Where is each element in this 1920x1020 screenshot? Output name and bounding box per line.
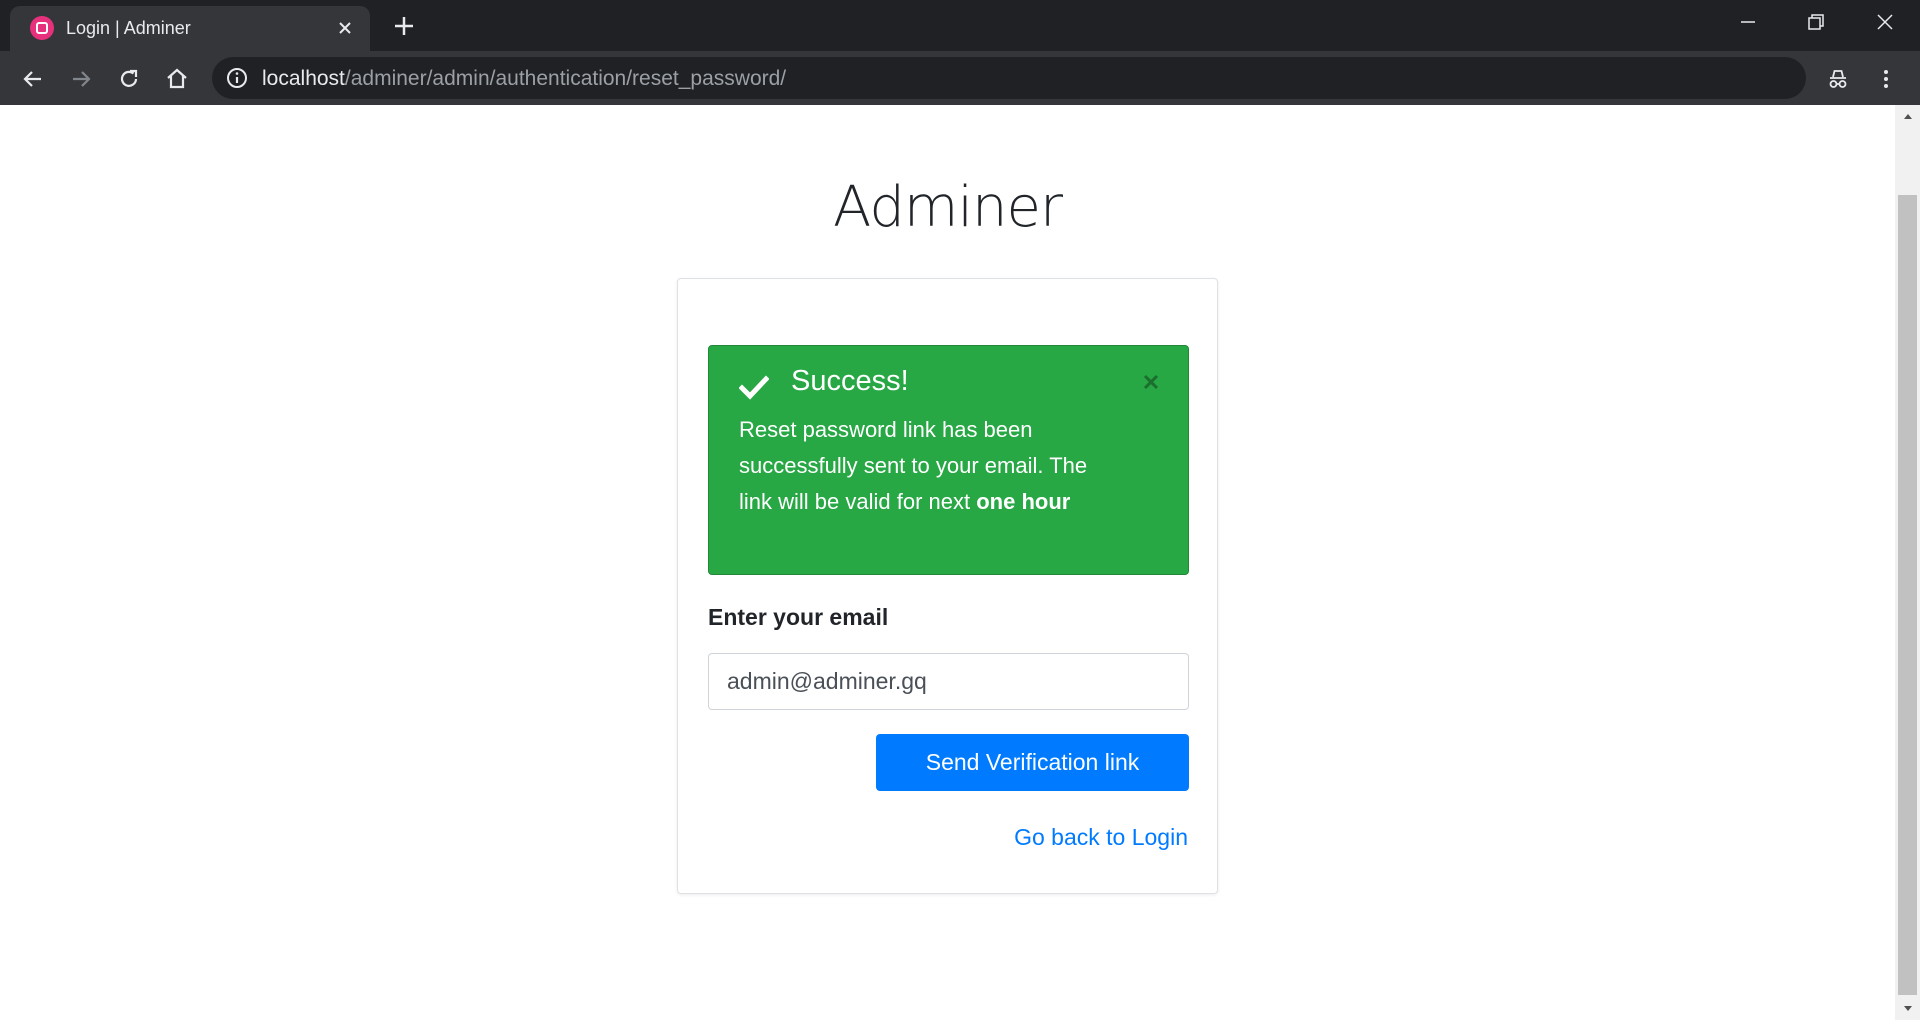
restore-icon[interactable] — [1796, 8, 1836, 36]
url-host: localhost — [262, 67, 345, 90]
scroll-down-arrow-icon[interactable] — [1895, 998, 1920, 1020]
adminer-favicon-icon — [30, 16, 54, 40]
alert-line1: Reset password link has been successfull… — [739, 417, 1044, 478]
scrollbar-thumb[interactable] — [1898, 195, 1917, 995]
email-label: Enter your email — [708, 604, 889, 630]
success-alert: Success! Reset password link has been su… — [708, 345, 1189, 575]
page-content: Adminer Success! Reset password link has… — [0, 105, 1895, 1020]
minimize-icon[interactable] — [1728, 8, 1768, 36]
scroll-up-arrow-icon[interactable] — [1895, 105, 1920, 127]
arrow-right-icon[interactable] — [66, 64, 96, 94]
go-back-login-link[interactable]: Go back to Login — [1014, 824, 1188, 851]
check-icon — [738, 372, 770, 402]
browser-toolbar: localhost/adminer/admin/authentication/r… — [0, 51, 1920, 105]
reset-password-card: Success! Reset password link has been su… — [677, 278, 1218, 894]
tab-title: Login | Adminer — [66, 18, 191, 38]
alert-title: Success! — [791, 365, 909, 397]
page-scrollbar[interactable] — [1895, 105, 1920, 1020]
url-path: /adminer/admin/authentication/reset_pass… — [344, 67, 787, 90]
window-close-icon[interactable] — [1865, 8, 1905, 36]
incognito-icon[interactable] — [1823, 64, 1853, 94]
address-url[interactable]: localhost/adminer/admin/authentication/r… — [262, 67, 786, 91]
browser-titlebar: Login | Adminer — [0, 0, 1920, 51]
home-icon[interactable] — [162, 64, 192, 94]
address-bar[interactable]: localhost/adminer/admin/authentication/r… — [212, 57, 1806, 99]
tab-close-icon[interactable] — [333, 16, 357, 40]
kebab-menu-icon[interactable] — [1871, 64, 1901, 94]
new-tab-plus-icon[interactable] — [390, 12, 418, 40]
arrow-left-icon[interactable] — [18, 64, 48, 94]
reload-icon[interactable] — [114, 64, 144, 94]
alert-emphasis: one hour — [976, 489, 1071, 514]
alert-message: Reset password link has been successfull… — [739, 412, 1119, 520]
info-icon[interactable] — [226, 67, 248, 89]
page-title: Adminer — [833, 175, 1063, 240]
email-field[interactable] — [708, 653, 1189, 710]
browser-tab[interactable]: Login | Adminer — [10, 6, 370, 51]
send-verification-button[interactable]: Send Verification link — [876, 734, 1189, 791]
alert-close-icon[interactable] — [1139, 370, 1163, 394]
